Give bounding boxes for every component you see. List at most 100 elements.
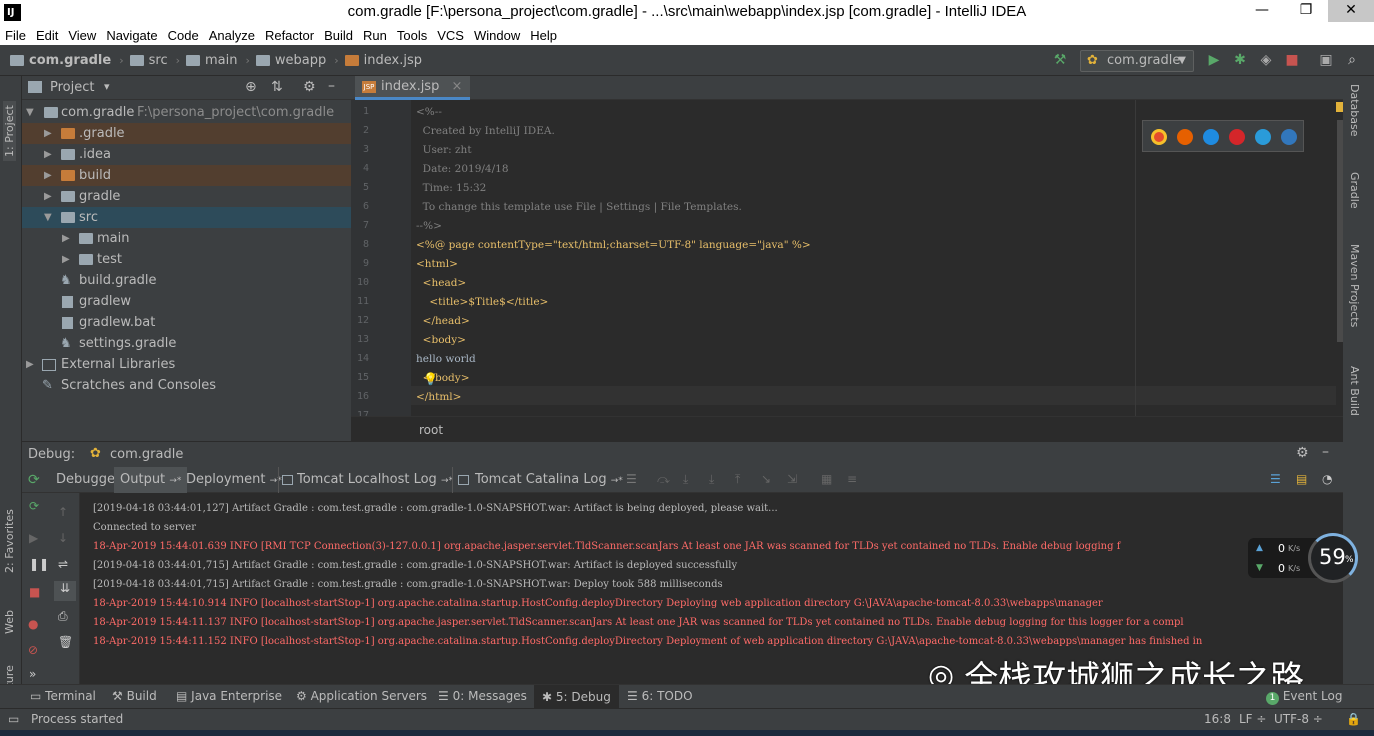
chevron-right-icon[interactable]: ▶ (62, 249, 70, 270)
soft-wrap-icon[interactable]: ⇌ (58, 557, 68, 571)
gear-icon[interactable]: ⚙ (303, 79, 316, 95)
stop-icon[interactable]: ■ (29, 585, 40, 599)
run-configuration-select[interactable]: ✿ com.gradle ▼ (1080, 50, 1194, 72)
tool-event-log[interactable]: 1 Event Log (1266, 689, 1342, 705)
breadcrumb-src[interactable]: src (129, 53, 168, 68)
debug-bug-icon[interactable]: ✱ (1232, 52, 1248, 68)
tree-node-gradle[interactable]: ▶ gradle (22, 186, 351, 207)
tool-build[interactable]: ⚒ Build (112, 689, 157, 703)
tab-output[interactable]: Output →* (114, 467, 188, 493)
tree-node-external-libraries[interactable]: ▶ External Libraries (22, 354, 351, 375)
safari-icon[interactable] (1203, 129, 1219, 145)
rerun-debug-icon[interactable]: ⟳ (29, 499, 39, 513)
firefox-icon[interactable] (1177, 129, 1193, 145)
collapse-all-icon[interactable]: ⇅ (271, 79, 283, 95)
project-panel-title[interactable]: Project (50, 80, 94, 95)
menu-view[interactable]: View (63, 28, 101, 43)
chevron-right-icon[interactable]: ▶ (44, 165, 52, 186)
tree-node-build[interactable]: ▶ build (22, 165, 351, 186)
menu-window[interactable]: Window (469, 28, 525, 43)
tree-node-gradlew[interactable]: gradlew (22, 291, 351, 312)
mute-breakpoints-icon[interactable]: ⊘ (28, 643, 38, 657)
down-arrow-icon[interactable]: ↓ (58, 531, 68, 545)
tree-node-build-gradle[interactable]: ♞ build.gradle (22, 270, 351, 291)
breadcrumb-main[interactable]: main (186, 53, 237, 68)
tab-database-tool[interactable]: Database (1348, 84, 1361, 137)
tree-node-settings-gradle[interactable]: ♞ settings.gradle (22, 333, 351, 354)
chrome-icon[interactable] (1151, 129, 1167, 145)
menu-lines-icon[interactable]: ☰ (626, 472, 637, 486)
pause-icon[interactable]: ❚❚ (29, 557, 49, 571)
tree-node-gradlew-bat[interactable]: gradlew.bat (22, 312, 351, 333)
status-toggle-icon[interactable]: ▭ (8, 712, 19, 726)
tree-node-root[interactable]: ▼ com.gradle F:\persona_project\com.grad… (22, 102, 351, 123)
tree-node-src[interactable]: ▼ src (22, 207, 351, 228)
build-hammer-icon[interactable]: ⚒ (1052, 52, 1068, 68)
step-over-icon[interactable]: ⤼ (657, 472, 670, 487)
tab-tomcat-localhost-log[interactable]: Tomcat Localhost Log →* (278, 467, 453, 493)
project-view-dropdown-icon[interactable]: ▾ (104, 80, 110, 93)
line-separator[interactable]: LF ÷ (1239, 712, 1266, 726)
opera-icon[interactable] (1229, 129, 1245, 145)
run-icon[interactable]: ▶ (1206, 52, 1222, 68)
search-icon[interactable]: ⌕ (1344, 52, 1360, 68)
menu-run[interactable]: Run (358, 28, 392, 43)
gauge-icon[interactable]: ◔ (1322, 472, 1332, 486)
menu-tools[interactable]: Tools (392, 28, 432, 43)
minimize-button[interactable]: — (1240, 0, 1284, 22)
resume-icon[interactable]: ▶ (29, 531, 38, 545)
tab-debugger[interactable]: Debugger (56, 467, 120, 493)
chevron-right-icon[interactable]: ▶ (62, 228, 70, 249)
hide-panel-icon[interactable]: – (1322, 444, 1329, 460)
tree-node-dotgradle[interactable]: ▶ .gradle (22, 123, 351, 144)
chevron-right-icon[interactable]: ▶ (26, 354, 34, 375)
menu-file[interactable]: File (0, 28, 31, 43)
chevron-down-icon[interactable]: ▼ (44, 207, 52, 228)
more-icon[interactable]: » (29, 667, 36, 681)
chevron-right-icon[interactable]: ▶ (44, 186, 52, 207)
rerun-icon[interactable]: ⟳ (28, 472, 40, 488)
tab-web-tool[interactable]: Web (3, 610, 16, 634)
lock-icon[interactable]: 🔒 (1346, 712, 1361, 726)
evaluate-expression-icon[interactable]: ▦ (821, 472, 832, 486)
project-structure-icon[interactable]: ▣ (1318, 52, 1334, 68)
up-arrow-icon[interactable]: ↑ (58, 505, 68, 519)
view-breakpoints-icon[interactable]: ● (28, 617, 38, 631)
trace-icon[interactable]: ≡ (847, 472, 857, 486)
scroll-to-end-icon[interactable]: ⇊ (54, 581, 76, 601)
debug-session-tab[interactable]: com.gradle (110, 447, 183, 462)
tab-favorites-tool[interactable]: 2: Favorites (3, 509, 16, 573)
tree-node-scratches[interactable]: ✎ Scratches and Consoles (22, 375, 351, 396)
tab-project-tool[interactable]: 1: Project (3, 101, 16, 161)
tree-node-idea[interactable]: ▶ .idea (22, 144, 351, 165)
settings-panel-icon[interactable]: ▤ (1296, 472, 1307, 486)
edge-icon[interactable] (1281, 129, 1297, 145)
hide-panel-icon[interactable]: – (328, 78, 335, 94)
intention-bulb-icon[interactable]: 💡 (423, 372, 438, 386)
chevron-right-icon[interactable]: ▶ (44, 123, 52, 144)
tool-java-enterprise[interactable]: ▤ Java Enterprise (176, 689, 282, 703)
restore-layout-icon[interactable]: ☰ (1270, 472, 1281, 486)
menu-help[interactable]: Help (525, 28, 562, 43)
tool-debug[interactable]: ✱ 5: Debug (534, 685, 619, 709)
menu-refactor[interactable]: Refactor (260, 28, 319, 43)
caret-position[interactable]: 16:8 (1204, 712, 1231, 726)
tab-index-jsp[interactable]: JSP index.jsp × (355, 76, 471, 100)
breadcrumb-project[interactable]: com.gradle (10, 53, 111, 68)
tab-gradle-tool[interactable]: Gradle (1348, 172, 1361, 209)
locate-target-icon[interactable]: ⊕ (245, 79, 257, 95)
coverage-icon[interactable]: ◈ (1258, 52, 1274, 68)
menu-build[interactable]: Build (319, 28, 358, 43)
menu-edit[interactable]: Edit (31, 28, 63, 43)
run-to-cursor-icon[interactable]: ⇲ (787, 472, 797, 486)
trash-icon[interactable]: 🗑 (58, 635, 73, 649)
tree-node-test[interactable]: ▶ test (22, 249, 351, 270)
tab-tomcat-catalina-log[interactable]: Tomcat Catalina Log →* (452, 467, 623, 493)
file-encoding[interactable]: UTF-8 ÷ (1274, 712, 1323, 726)
breadcrumb-root[interactable]: root (419, 423, 443, 437)
close-tab-icon[interactable]: × (451, 79, 462, 94)
breadcrumb-webapp[interactable]: webapp (255, 53, 326, 68)
tool-application-servers[interactable]: ⚙ Application Servers (296, 689, 427, 703)
step-out-icon[interactable]: ⤒ (735, 472, 740, 487)
chevron-down-icon[interactable]: ▼ (26, 102, 34, 123)
